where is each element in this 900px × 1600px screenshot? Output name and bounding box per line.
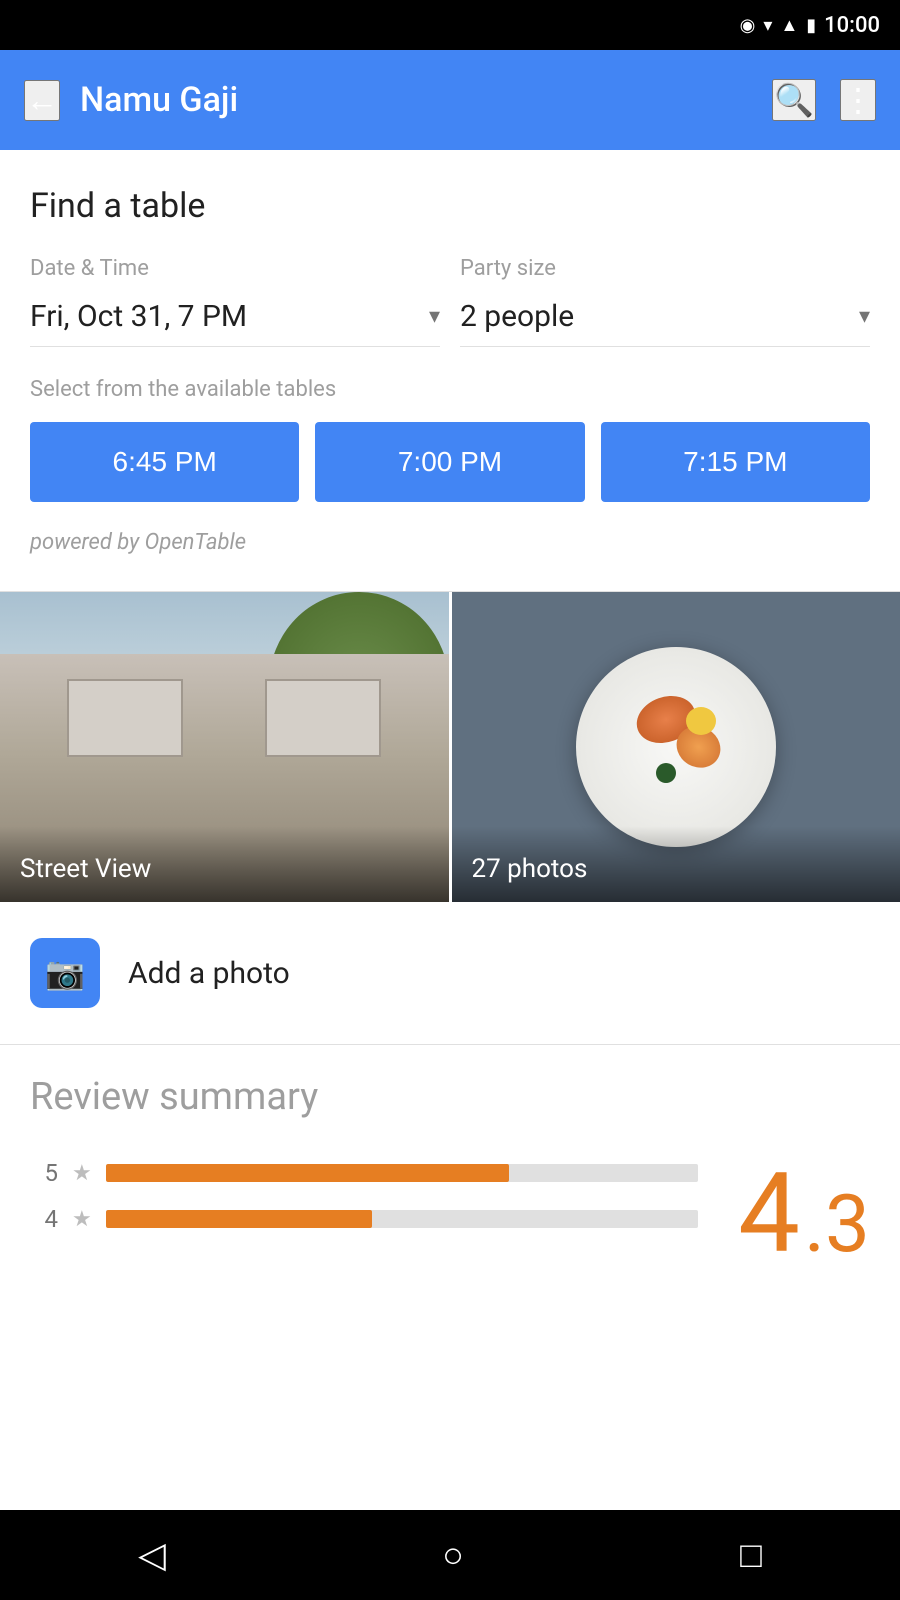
date-time-value: Fri, Oct 31, 7 PM <box>30 299 247 334</box>
nav-recent-icon: □ <box>740 1534 762 1576</box>
photos-count-label: 27 photos <box>452 826 900 902</box>
nav-back-button[interactable]: ◁ <box>138 1534 166 1576</box>
star-icon-4: ★ <box>72 1207 92 1232</box>
location-icon: ◉ <box>740 15 756 36</box>
add-photo-label: Add a photo <box>128 956 290 991</box>
nav-recent-button[interactable]: □ <box>740 1534 762 1576</box>
battery-icon: ▮ <box>806 15 816 36</box>
rating-bar-container-5 <box>106 1164 698 1182</box>
street-view-photo[interactable]: Street View <box>0 592 449 902</box>
search-button[interactable]: 🔍 <box>772 79 816 121</box>
big-rating-display: 4 .3 <box>718 1159 870 1269</box>
rating-num-5: 5 <box>30 1159 58 1187</box>
party-size-label: Party size <box>460 256 870 281</box>
date-time-select[interactable]: Fri, Oct 31, 7 PM ▾ <box>30 289 440 347</box>
rating-row-4: 4 ★ <box>30 1205 698 1233</box>
more-options-button[interactable]: ⋮ <box>840 79 876 121</box>
date-time-arrow-icon: ▾ <box>429 304 440 329</box>
party-size-group: Party size 2 people ▾ <box>460 256 870 347</box>
status-bar: ◉ ▾ ▲ ▮ 10:00 <box>0 0 900 50</box>
app-bar-actions: 🔍 ⋮ <box>772 79 876 121</box>
add-photo-row[interactable]: 📷 Add a photo <box>0 902 900 1044</box>
food-item-4 <box>656 763 676 783</box>
bottom-padding <box>0 1269 900 1369</box>
food-photo[interactable]: 27 photos <box>449 592 900 902</box>
nav-bar: ◁ ○ □ <box>0 1510 900 1600</box>
rating-row-5: 5 ★ <box>30 1159 698 1187</box>
date-time-label: Date & Time <box>30 256 440 281</box>
camera-icon-bg: 📷 <box>30 938 100 1008</box>
nav-back-icon: ◁ <box>138 1534 166 1576</box>
nav-home-icon: ○ <box>442 1534 464 1576</box>
time-slots-row: 6:45 PM 7:00 PM 7:15 PM <box>30 422 870 502</box>
main-content: Find a table Date & Time Fri, Oct 31, 7 … <box>0 150 900 1369</box>
available-tables-label: Select from the available tables <box>30 377 870 402</box>
review-summary-title: Review summary <box>30 1075 870 1119</box>
street-view-label: Street View <box>0 826 449 902</box>
party-size-arrow-icon: ▾ <box>859 304 870 329</box>
rating-integer: 4 <box>738 1159 800 1269</box>
party-size-value: 2 people <box>460 299 574 334</box>
food-plate <box>576 647 776 847</box>
food-item-3 <box>686 707 716 735</box>
opentable-credit: powered by OpenTable <box>30 530 870 591</box>
signal-icon: ▲ <box>780 15 798 36</box>
rating-bar-container-4 <box>106 1210 698 1228</box>
status-time: 10:00 <box>824 13 880 38</box>
rating-display: 5 ★ 4 ★ 4 .3 <box>30 1159 870 1269</box>
party-size-select[interactable]: 2 people ▾ <box>460 289 870 347</box>
wifi-icon: ▾ <box>763 15 772 36</box>
time-slot-715[interactable]: 7:15 PM <box>601 422 870 502</box>
date-time-group: Date & Time Fri, Oct 31, 7 PM ▾ <box>30 256 440 347</box>
find-table-section: Find a table Date & Time Fri, Oct 31, 7 … <box>0 150 900 591</box>
rating-decimal: .3 <box>804 1184 870 1264</box>
review-section: Review summary 5 ★ 4 ★ <box>0 1045 900 1269</box>
rating-bar-fill-5 <box>106 1164 509 1182</box>
app-bar: ← Namu Gaji 🔍 ⋮ <box>0 50 900 150</box>
nav-home-button[interactable]: ○ <box>442 1534 464 1576</box>
find-table-title: Find a table <box>30 186 870 226</box>
rating-bars: 5 ★ 4 ★ <box>30 1159 698 1251</box>
camera-icon: 📷 <box>45 954 85 992</box>
star-icon-5: ★ <box>72 1161 92 1186</box>
dropdowns-row: Date & Time Fri, Oct 31, 7 PM ▾ Party si… <box>30 256 870 347</box>
time-slot-700[interactable]: 7:00 PM <box>315 422 584 502</box>
photos-row: Street View 27 photos <box>0 592 900 902</box>
rating-num-4: 4 <box>30 1205 58 1233</box>
time-slot-645[interactable]: 6:45 PM <box>30 422 299 502</box>
status-icons: ◉ ▾ ▲ ▮ 10:00 <box>740 13 880 38</box>
page-title: Namu Gaji <box>80 80 752 120</box>
rating-bar-fill-4 <box>106 1210 373 1228</box>
back-button[interactable]: ← <box>24 80 60 121</box>
